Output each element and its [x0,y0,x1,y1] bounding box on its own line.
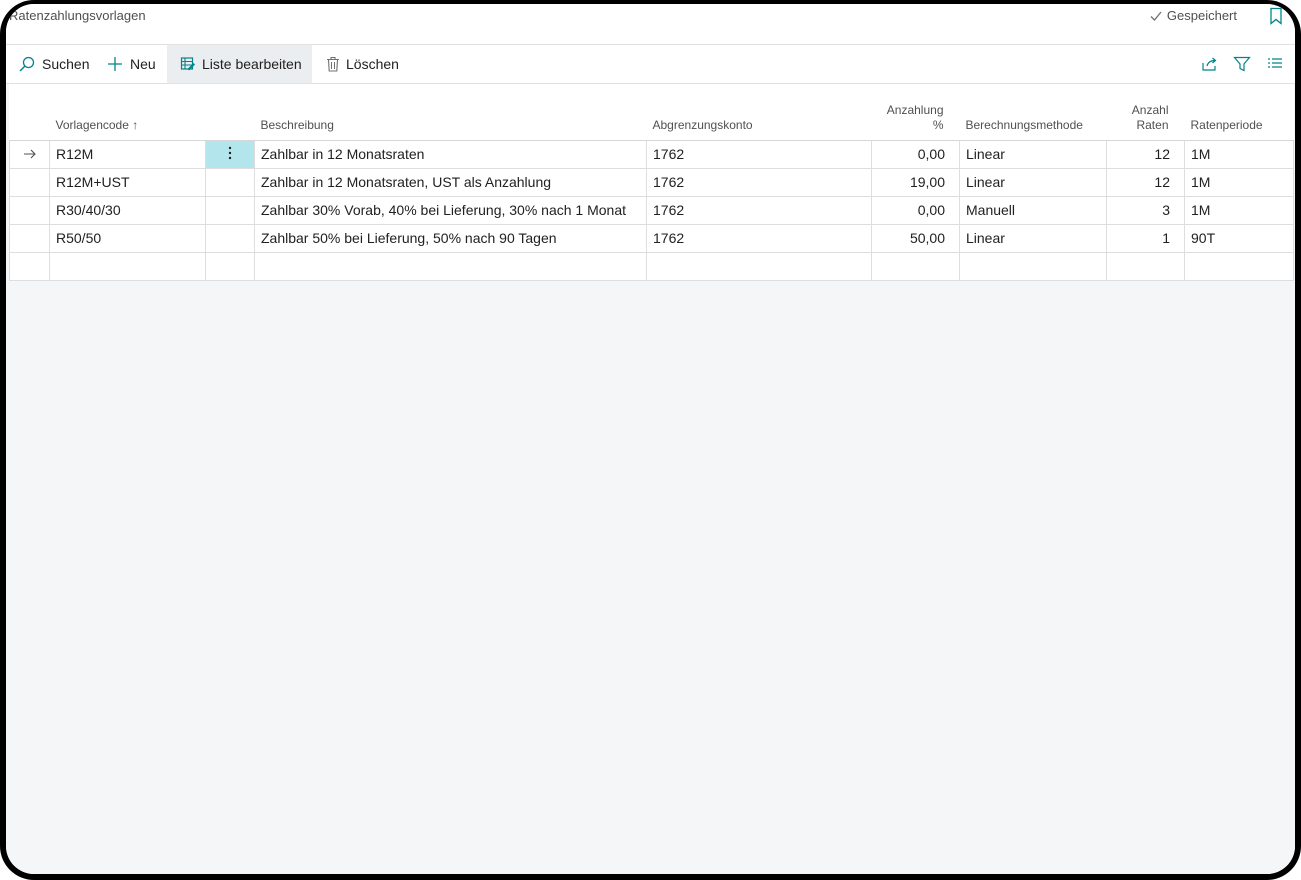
filter-icon[interactable] [1233,56,1251,77]
trash-icon [327,56,339,72]
cell-down-payment[interactable]: 50,00 [871,223,960,253]
edit-list-button-label: Liste bearbeiten [202,56,302,72]
page-title: Ratenzahlungsvorlagen [9,8,146,23]
save-status: Gespeichert [1149,8,1237,23]
search-button-label: Suchen [42,56,90,72]
cell-description[interactable]: Zahlbar in 12 Monatsraten [254,139,647,169]
cell-account[interactable]: 1762 [646,223,872,253]
cell-account[interactable]: 1762 [646,167,872,197]
table-row[interactable]: R12M Zahlbar in 12 Monatsraten 1762 0,00… [9,139,1294,169]
title-bar: Ratenzahlungsvorlagen Gespeichert [6,4,1295,45]
table-row[interactable]: R30/40/30 Zahlbar 30% Vorab, 40% bei Lie… [9,195,1294,225]
new-button[interactable]: Neu [106,45,166,83]
header-count-line2: Raten [1136,117,1169,132]
cell-description[interactable]: Zahlbar 50% bei Lieferung, 50% nach 90 T… [254,223,647,253]
header-description[interactable]: Beschreibung [254,84,647,141]
cell-period[interactable]: 1M [1184,195,1294,225]
header-count[interactable]: Anzahl Raten [1106,84,1185,141]
row-marker-cell [9,167,50,197]
header-marker [9,84,50,141]
cell-period[interactable]: 1M [1184,139,1294,169]
bookmark-icon[interactable] [1269,7,1283,30]
cell-method-empty[interactable] [959,251,1107,281]
cell-down-payment-empty[interactable] [871,251,960,281]
row-menu-cell[interactable] [205,139,255,169]
templates-table: Vorlagencode ↑ Beschreibung Abgrenzungsk… [9,84,1294,281]
cell-description-empty[interactable] [254,251,647,281]
row-marker-cell [9,139,50,169]
action-bar: Suchen Neu Liste bearbeiten Löschen [6,45,1295,84]
header-down-payment[interactable]: Anzahlung % [871,84,960,141]
cell-down-payment[interactable]: 0,00 [871,139,960,169]
table-row[interactable]: R12M+UST Zahlbar in 12 Monatsraten, UST … [9,167,1294,197]
cell-count[interactable]: 3 [1106,195,1185,225]
cell-code[interactable]: R12M+UST [49,167,206,197]
app-window: Ratenzahlungsvorlagen Gespeichert Suchen [6,4,1295,874]
more-vertical-icon[interactable] [228,146,232,160]
cell-code[interactable]: R30/40/30 [49,195,206,225]
header-method[interactable]: Berechnungsmethode [959,84,1107,141]
header-down-payment-line2: % [932,117,944,132]
list-icon[interactable] [1267,56,1283,77]
cell-code[interactable]: R12M [49,139,206,169]
search-icon [19,56,35,72]
delete-button-label: Löschen [346,56,399,72]
plus-icon [108,57,122,71]
arrow-right-icon [23,149,36,159]
cell-period[interactable]: 1M [1184,167,1294,197]
header-down-payment-line1: Anzahlung [886,102,944,117]
header-menu [205,84,255,141]
cell-count[interactable]: 12 [1106,167,1185,197]
edit-list-button[interactable]: Liste bearbeiten [167,45,312,83]
save-status-label: Gespeichert [1166,8,1237,23]
cell-code-empty[interactable] [49,251,206,281]
cell-description[interactable]: Zahlbar 30% Vorab, 40% bei Lieferung, 30… [254,195,647,225]
row-marker-cell [9,223,50,253]
cell-method[interactable]: Linear [959,139,1107,169]
new-entry-row[interactable] [9,251,1294,281]
header-code-label: Vorlagencode [55,117,129,132]
table-header-row: Vorlagencode ↑ Beschreibung Abgrenzungsk… [9,84,1294,141]
share-icon[interactable] [1201,56,1219,77]
new-button-label: Neu [130,56,156,72]
list-area: Vorlagencode ↑ Beschreibung Abgrenzungsk… [6,84,1295,874]
cell-period-empty[interactable] [1184,251,1294,281]
device-frame: Ratenzahlungsvorlagen Gespeichert Suchen [0,0,1301,880]
row-menu-cell[interactable] [205,223,255,253]
cell-account-empty[interactable] [646,251,872,281]
cell-count[interactable]: 12 [1106,139,1185,169]
header-count-line1: Anzahl [1131,102,1169,117]
check-icon [1150,11,1162,21]
row-marker-cell [9,195,50,225]
row-menu-cell[interactable] [205,167,255,197]
sort-ascending-icon: ↑ [132,117,139,132]
header-code[interactable]: Vorlagencode ↑ [49,84,206,141]
header-account[interactable]: Abgrenzungskonto [646,84,872,141]
row-marker-cell [9,251,50,281]
cell-method[interactable]: Linear [959,167,1107,197]
cell-code[interactable]: R50/50 [49,223,206,253]
edit-list-icon [180,57,195,71]
delete-button[interactable]: Löschen [326,45,406,83]
table-row[interactable]: R50/50 Zahlbar 50% bei Lieferung, 50% na… [9,223,1294,253]
row-menu-cell[interactable] [205,195,255,225]
cell-down-payment[interactable]: 19,00 [871,167,960,197]
search-button[interactable]: Suchen [18,45,106,83]
cell-down-payment[interactable]: 0,00 [871,195,960,225]
cell-description[interactable]: Zahlbar in 12 Monatsraten, UST als Anzah… [254,167,647,197]
header-period[interactable]: Ratenperiode [1184,84,1294,141]
cell-count[interactable]: 1 [1106,223,1185,253]
cell-account[interactable]: 1762 [646,139,872,169]
row-menu-cell[interactable] [205,251,255,281]
cell-method[interactable]: Manuell [959,195,1107,225]
cell-period[interactable]: 90T [1184,223,1294,253]
cell-count-empty[interactable] [1106,251,1185,281]
cell-method[interactable]: Linear [959,223,1107,253]
cell-account[interactable]: 1762 [646,195,872,225]
